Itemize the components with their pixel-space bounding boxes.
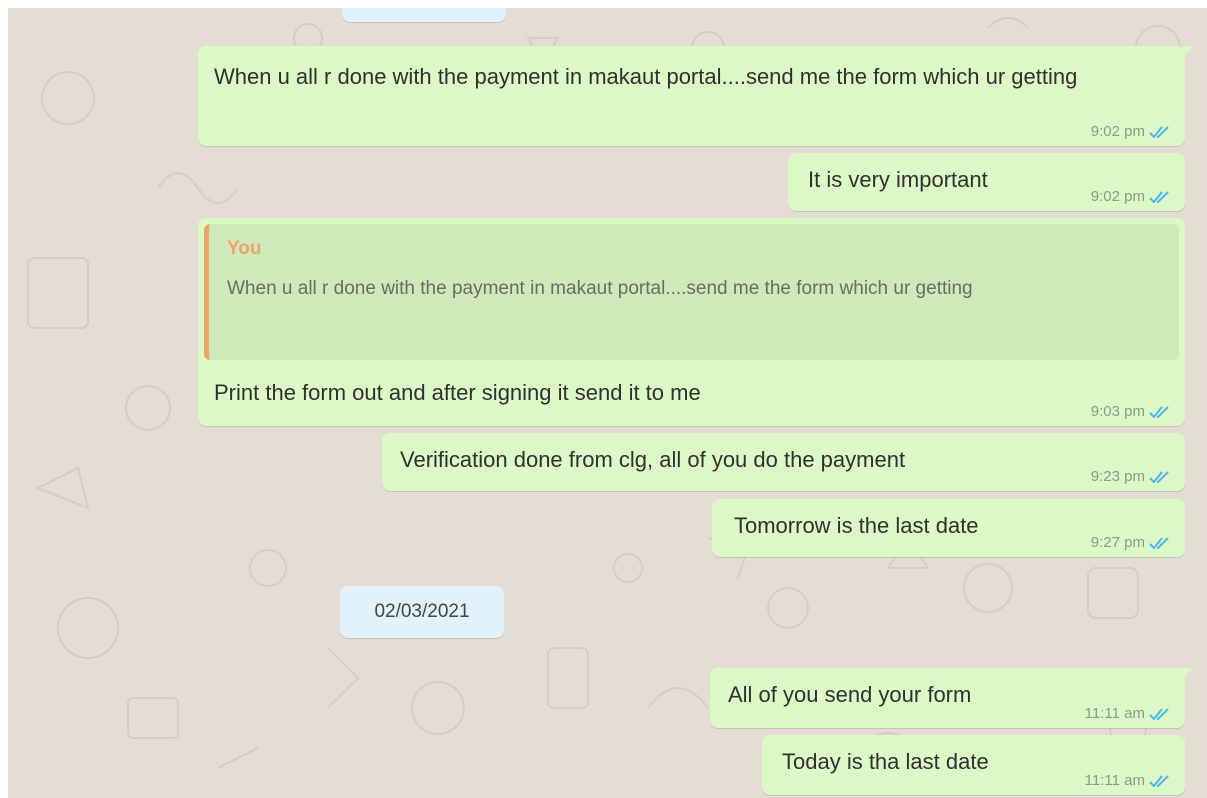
message-meta: 9:03 pm: [1091, 403, 1173, 420]
double-check-icon: [1149, 536, 1169, 549]
message-text: All of you send your form: [728, 682, 972, 707]
quoted-message[interactable]: You When u all r done with the payment i…: [204, 224, 1179, 360]
message-text: Tomorrow is the last date: [734, 513, 979, 538]
message-text: Verification done from clg, all of you d…: [400, 447, 906, 472]
double-check-icon: [1149, 707, 1169, 720]
message-text: Print the form out and after signing it …: [214, 380, 701, 405]
message-text: It is very important: [808, 167, 988, 192]
date-separator: 02/03/2021: [340, 586, 504, 638]
message-bubble[interactable]: Today is tha last date 11:11 am: [762, 735, 1185, 795]
message-bubble[interactable]: Verification done from clg, all of you d…: [382, 433, 1185, 491]
message-text: Today is tha last date: [782, 749, 989, 774]
message-bubble[interactable]: It is very important 9:02 pm: [788, 153, 1185, 211]
message-meta: 9:02 pm: [1091, 123, 1173, 140]
message-meta: 9:02 pm: [1091, 188, 1173, 205]
message-text: When u all r done with the payment in ma…: [214, 64, 1078, 89]
message-meta: 9:27 pm: [1091, 534, 1173, 551]
message-bubble-with-reply[interactable]: You When u all r done with the payment i…: [198, 218, 1185, 426]
double-check-icon: [1149, 190, 1169, 203]
double-check-icon: [1149, 125, 1169, 138]
message-bubble[interactable]: All of you send your form 11:11 am: [710, 668, 1193, 728]
message-meta: 9:23 pm: [1091, 468, 1173, 485]
double-check-icon: [1149, 405, 1169, 418]
message-time: 9:03 pm: [1090, 403, 1145, 420]
message-time: 11:11 am: [1084, 772, 1145, 789]
message-meta: 11:11 am: [1085, 772, 1173, 789]
message-time: 9:27 pm: [1090, 534, 1145, 551]
message-time: 9:02 pm: [1090, 123, 1145, 140]
quoted-message-text: When u all r done with the payment in ma…: [227, 278, 973, 299]
quoted-message-author: You: [227, 238, 262, 259]
double-check-icon: [1149, 470, 1169, 483]
message-meta: 11:11 am: [1085, 705, 1173, 722]
date-separator-partial: [342, 8, 506, 22]
message-time: 11:11 am: [1084, 705, 1145, 722]
chat-area: When u all r done with the payment in ma…: [8, 8, 1207, 798]
message-time: 9:02 pm: [1090, 188, 1145, 205]
message-time: 9:23 pm: [1090, 468, 1145, 485]
message-bubble[interactable]: Tomorrow is the last date 9:27 pm: [712, 499, 1185, 557]
double-check-icon: [1149, 774, 1169, 787]
message-bubble[interactable]: When u all r done with the payment in ma…: [198, 46, 1193, 146]
